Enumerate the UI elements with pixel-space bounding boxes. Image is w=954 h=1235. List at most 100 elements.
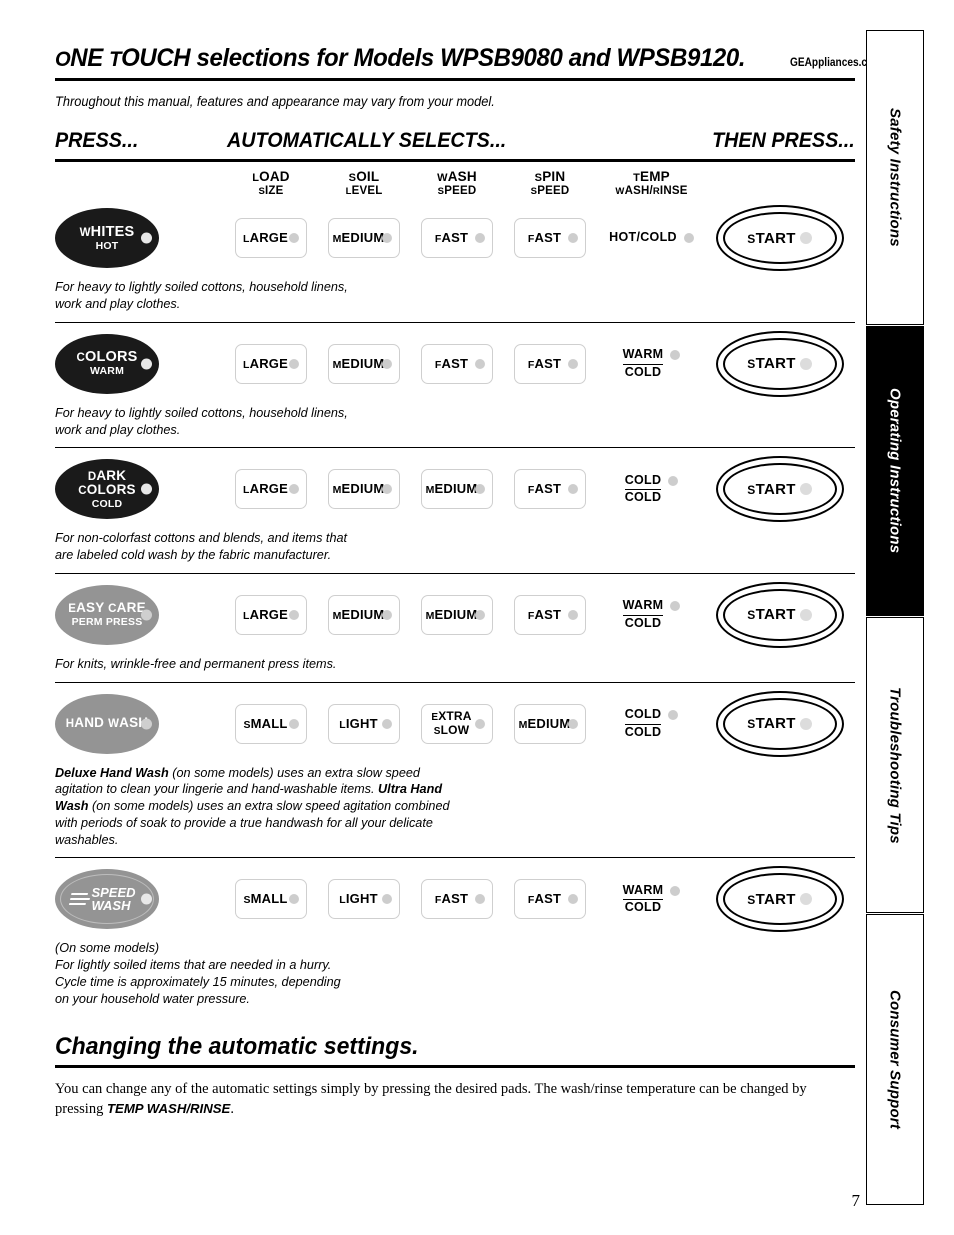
indicator-light [670, 885, 681, 896]
indicator-light [141, 358, 152, 370]
cycle-row-speed-wash: SPEED WASH SMALL LIGHT FAST FAST WARM CO… [55, 858, 855, 1016]
pad-load-size[interactable]: SMALL [235, 879, 307, 920]
cycle-button-hand-wash[interactable]: HAND WASH [55, 693, 159, 754]
start-button[interactable]: START [715, 205, 844, 272]
pad-soil-level[interactable]: LIGHT [328, 703, 400, 744]
indicator-light [289, 358, 299, 369]
pad-load-size[interactable]: SMALL [235, 703, 307, 744]
cycle-description: For heavy to lightly soiled cottons, hou… [55, 404, 348, 437]
pad-spin-speed[interactable]: FAST [514, 469, 586, 510]
indicator-light [568, 718, 578, 729]
pad-soil-level[interactable]: MEDIUM [328, 594, 400, 635]
cycle-button-colors[interactable]: COLORS WARM [55, 333, 159, 394]
page-number: 7 [851, 1191, 861, 1210]
cycle-description: For heavy to lightly soiled cottons, hou… [55, 279, 348, 312]
indicator-light [475, 233, 485, 244]
pad-wash-speed[interactable]: MEDIUM [421, 594, 493, 635]
pad-wash-speed[interactable]: EXTRA SLOW [421, 703, 493, 744]
desc-line-4: on your household water pressure. [55, 990, 250, 1006]
footer-body-text: You can change any of the automatic sett… [55, 1079, 825, 1119]
cycle-label-line2: WASH [91, 898, 131, 914]
indicator-light [568, 358, 578, 369]
temp-line-1: COLD [624, 473, 662, 491]
start-button[interactable]: START [715, 330, 844, 397]
pad-load-size[interactable]: LARGE [235, 218, 307, 259]
indicator-light [799, 483, 812, 496]
pad-spin-speed[interactable]: FAST [514, 218, 586, 259]
indicator-light [799, 608, 812, 621]
pad-load-size[interactable]: LARGE [235, 343, 307, 384]
cycle-label-line1: SPEED [91, 885, 136, 901]
cycle-button-whites[interactable]: WHITES HOT [55, 208, 159, 269]
sidebar-tab-consumer-support[interactable]: Consumer Support [866, 914, 924, 1205]
column-headings: PRESS... AUTOMATICALLY SELECTS... THEN P… [55, 129, 855, 153]
temp-line-1: WARM [622, 598, 664, 616]
manual-page: ONE TOUCH selections for Models WPSB9080… [0, 0, 882, 1235]
indicator-light [668, 475, 679, 486]
pad-soil-level[interactable]: MEDIUM [328, 218, 400, 259]
subheader-load-size: LOAD SIZE [252, 169, 290, 197]
cycle-description: (On some models) For lightly soiled item… [55, 940, 823, 1016]
desc-line-2: For lightly soiled items that are needed… [55, 957, 332, 973]
indicator-light [382, 358, 392, 369]
indicator-light [141, 483, 152, 495]
pad-spin-speed[interactable]: MEDIUM [514, 703, 586, 744]
pad-wash-speed[interactable]: FAST [421, 343, 493, 384]
pad-wash-speed[interactable]: FAST [421, 218, 493, 259]
cycle-button-dark-colors[interactable]: DARK COLORS COLD [55, 459, 159, 520]
heading-auto-selects: AUTOMATICALLY SELECTS... [227, 129, 507, 152]
indicator-light [475, 484, 485, 495]
pad-soil-level[interactable]: LIGHT [328, 879, 400, 920]
start-button[interactable]: START [715, 866, 844, 933]
temp-line-1: WARM [622, 347, 664, 365]
start-button[interactable]: START [715, 690, 844, 757]
pad-load-size[interactable]: LARGE [235, 469, 307, 510]
indicator-light [670, 350, 681, 361]
indicator-light [141, 609, 152, 621]
indicator-light [799, 717, 812, 730]
cycle-row-colors: COLORS WARM LARGE MEDIUM FAST FAST WARM … [55, 323, 855, 449]
page-header: ONE TOUCH selections for Models WPSB9080… [55, 44, 882, 73]
sidebar-tab-troubleshooting-tips[interactable]: Troubleshooting Tips [866, 617, 924, 913]
cycle-row-whites: WHITES HOT LARGE MEDIUM FAST FAST HOT/CO… [55, 197, 855, 323]
indicator-light [475, 894, 485, 905]
indicator-light [799, 232, 812, 245]
cycle-description: Deluxe Hand Wash (on some models) uses a… [55, 765, 458, 858]
cycle-row-dark-colors: DARK COLORS COLD LARGE MEDIUM MEDIUM FAS [55, 448, 855, 574]
pad-spin-speed[interactable]: FAST [514, 879, 586, 920]
section-tabs-sidebar: Safety Instructions Operating Instructio… [866, 30, 928, 1205]
cycle-sublabel: COLD [91, 498, 123, 511]
indicator-light [382, 718, 392, 729]
temp-display: COLD COLD [624, 473, 679, 506]
sidebar-tab-safety-instructions[interactable]: Safety Instructions [866, 30, 924, 325]
pad-spin-speed[interactable]: FAST [514, 343, 586, 384]
sidebar-tab-operating-instructions[interactable]: Operating Instructions [866, 326, 924, 616]
subheader-soil-level: SOIL LEVEL [345, 169, 383, 197]
indicator-light [568, 894, 578, 905]
start-button[interactable]: START [715, 456, 844, 523]
cycle-sublabel: HOT [95, 239, 119, 252]
pad-soil-level[interactable]: MEDIUM [328, 343, 400, 384]
start-button[interactable]: START [715, 581, 844, 648]
cycle-row-easy-care: EASY CARE PERM PRESS LARGE MEDIUM MEDIUM… [55, 574, 855, 683]
pad-spin-speed[interactable]: FAST [514, 594, 586, 635]
pad-soil-level[interactable]: MEDIUM [328, 469, 400, 510]
temp-display: COLD COLD [624, 707, 679, 740]
pad-load-size[interactable]: LARGE [235, 594, 307, 635]
intro-text: Throughout this manual, features and app… [55, 94, 495, 109]
pad-wash-speed[interactable]: MEDIUM [421, 469, 493, 510]
indicator-light [799, 357, 812, 370]
heading-press: PRESS... [55, 129, 139, 152]
cycle-button-speed-wash[interactable]: SPEED WASH [55, 869, 159, 930]
cycle-sublabel: PERM PRESS [71, 616, 143, 629]
subheader-temp: TEMP WASH/RINSE [615, 169, 688, 197]
indicator-light [668, 710, 679, 721]
subheader-wash-speed: WASH SPEED [437, 169, 477, 197]
speed-wash-logo: SPEED WASH [69, 885, 143, 914]
section-title: Changing the automatic settings. [55, 1032, 419, 1060]
cycle-description: For non-colorfast cottons and blends, an… [55, 530, 348, 563]
pad-wash-speed[interactable]: FAST [421, 879, 493, 920]
indicator-light [382, 484, 392, 495]
header-rule [55, 78, 855, 81]
cycle-button-easy-care[interactable]: EASY CARE PERM PRESS [55, 584, 159, 645]
